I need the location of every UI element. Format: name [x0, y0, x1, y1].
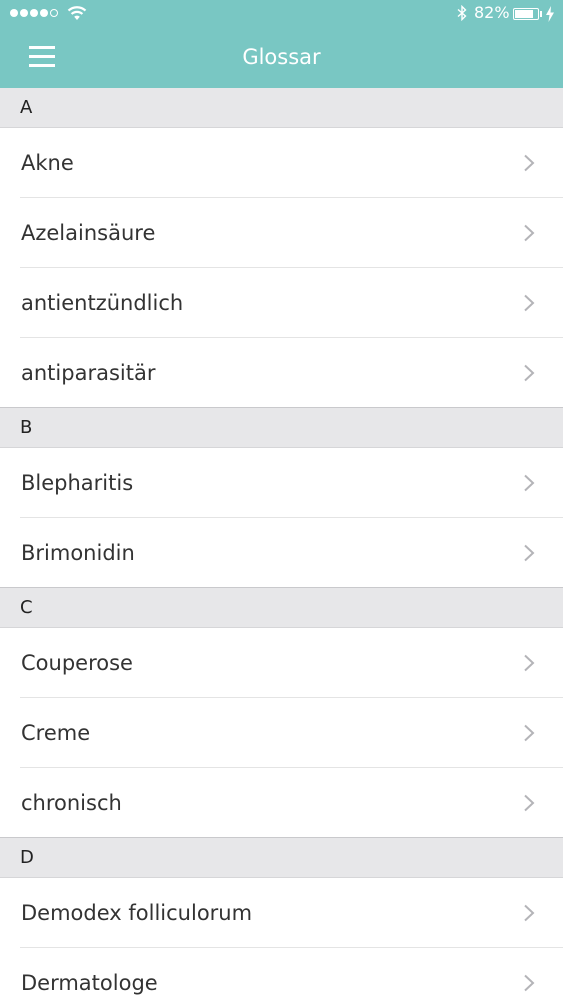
list-item[interactable]: Azelainsäure — [0, 198, 563, 268]
battery-tip — [540, 11, 542, 17]
app-screen: 82% Glossar A Akne Azelainsäure antientzünd… — [0, 0, 563, 1000]
list-item-label: antientzündlich — [21, 291, 184, 315]
section-header-d: D — [0, 838, 563, 878]
chevron-right-icon — [524, 294, 535, 312]
section-header-c: C — [0, 588, 563, 628]
list-item-label: Demodex folliculorum — [21, 901, 253, 925]
list-item[interactable]: chronisch — [0, 768, 563, 838]
chevron-right-icon — [524, 364, 535, 382]
list-item-label: Akne — [21, 151, 74, 175]
bluetooth-icon — [457, 5, 467, 21]
list-item[interactable]: Blepharitis — [0, 448, 563, 518]
glossary-list: A Akne Azelainsäure antientzündlich antipara… — [0, 88, 563, 1000]
list-item[interactable]: Couperose — [0, 628, 563, 698]
list-item[interactable]: antientzündlich — [0, 268, 563, 338]
list-item[interactable]: Dermatologe — [0, 948, 563, 1000]
chevron-right-icon — [524, 654, 535, 672]
chevron-right-icon — [524, 154, 535, 172]
charging-bolt-icon — [546, 6, 554, 22]
list-item-label: chronisch — [21, 791, 122, 815]
section-header-b: B — [0, 408, 563, 448]
list-item-label: Azelainsäure — [21, 221, 156, 245]
chevron-right-icon — [524, 794, 535, 812]
section-header-a: A — [0, 88, 563, 128]
wifi-icon — [67, 6, 87, 20]
list-item-label: Brimonidin — [21, 541, 135, 565]
list-item[interactable]: Akne — [0, 128, 563, 198]
list-item-label: Couperose — [21, 651, 133, 675]
list-item[interactable]: antiparasitär — [0, 338, 563, 408]
battery-icon — [513, 8, 539, 20]
signal-strength-icon — [10, 9, 58, 17]
chevron-right-icon — [524, 974, 535, 992]
chevron-right-icon — [524, 724, 535, 742]
status-bar: 82% — [0, 0, 563, 28]
list-item-label: antiparasitär — [21, 361, 156, 385]
list-item-label: Creme — [21, 721, 91, 745]
chevron-right-icon — [524, 544, 535, 562]
navigation-bar: Glossar — [0, 28, 563, 88]
chevron-right-icon — [524, 224, 535, 242]
battery-percentage: 82% — [474, 3, 510, 22]
page-title: Glossar — [242, 45, 321, 69]
list-item[interactable]: Demodex folliculorum — [0, 878, 563, 948]
header: 82% Glossar — [0, 0, 563, 88]
list-item[interactable]: Brimonidin — [0, 518, 563, 588]
chevron-right-icon — [524, 474, 535, 492]
list-item-label: Blepharitis — [21, 471, 134, 495]
list-item[interactable]: Creme — [0, 698, 563, 768]
list-item-label: Dermatologe — [21, 971, 158, 995]
chevron-right-icon — [524, 904, 535, 922]
